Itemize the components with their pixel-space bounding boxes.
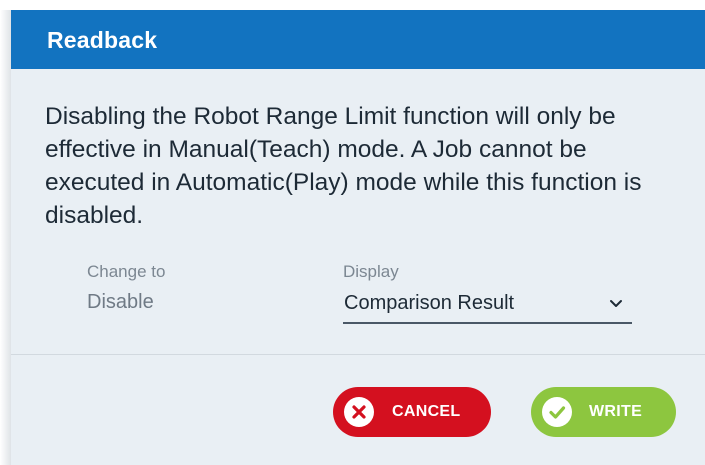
change-to-label: Change to	[87, 262, 166, 281]
divider	[11, 354, 705, 355]
close-circle-icon	[344, 397, 374, 427]
chevron-down-icon	[610, 300, 622, 307]
change-to-value: Disable	[87, 291, 154, 313]
write-button[interactable]: WRITE	[531, 387, 676, 437]
display-label: Display	[343, 262, 399, 281]
cancel-button-label: CANCEL	[392, 403, 461, 420]
check-circle-icon	[542, 397, 572, 427]
readback-dialog: Readback Disabling the Robot Range Limit…	[11, 10, 705, 465]
dialog-title: Readback	[47, 27, 158, 53]
write-button-label: WRITE	[589, 403, 643, 420]
dialog-message: Disabling the Robot Range Limit function…	[45, 103, 642, 229]
cancel-button[interactable]: CANCEL	[333, 387, 491, 437]
dialog-shadow	[0, 10, 11, 465]
display-select[interactable]: Comparison Result	[343, 287, 632, 324]
display-selected-value: Comparison Result	[344, 292, 515, 314]
dialog-titlebar: Readback	[11, 10, 705, 69]
